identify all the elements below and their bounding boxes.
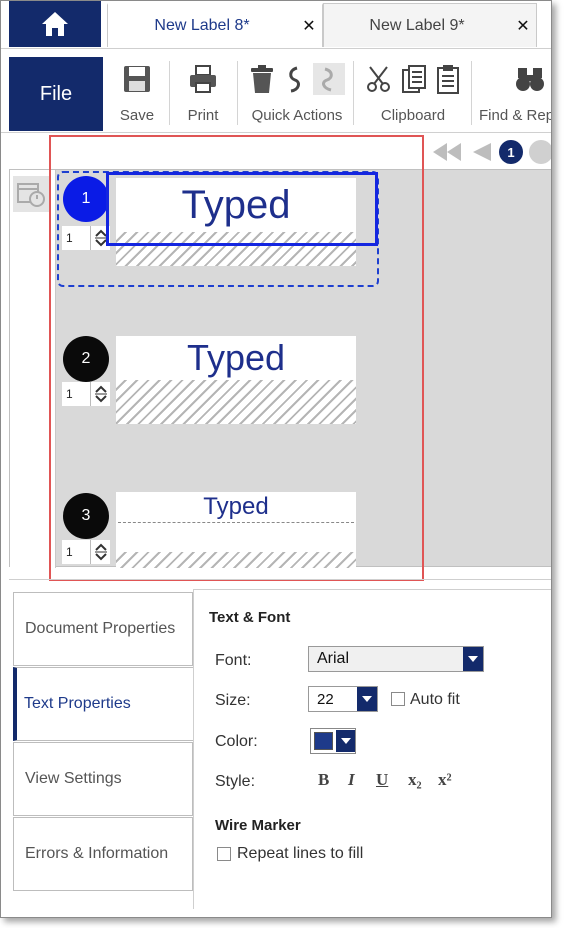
find-replace-group[interactable]: Find & Rep bbox=[479, 57, 552, 131]
label-text-area[interactable]: Typed bbox=[116, 336, 356, 380]
tab-label: View Settings bbox=[25, 770, 122, 787]
save-icon[interactable] bbox=[122, 64, 152, 94]
page-indicator-current[interactable]: 1 bbox=[499, 140, 523, 164]
color-swatch bbox=[314, 732, 334, 750]
close-icon[interactable]: ✕ bbox=[296, 16, 322, 36]
panel-divider bbox=[9, 579, 551, 580]
save-group[interactable]: Save bbox=[113, 57, 161, 131]
clipboard-group: Clipboard bbox=[361, 57, 465, 131]
tab-errors-information[interactable]: Errors & Information bbox=[13, 817, 193, 891]
font-value: Arial bbox=[317, 650, 350, 667]
label-number-marker: 2 bbox=[63, 336, 109, 382]
file-button[interactable]: File bbox=[9, 57, 103, 131]
canvas-side-strip bbox=[10, 170, 56, 568]
bold-button[interactable]: B bbox=[318, 770, 329, 790]
ribbon-divider bbox=[353, 61, 354, 125]
first-page-icon[interactable] bbox=[431, 141, 463, 163]
save-label: Save bbox=[119, 107, 155, 124]
ribbon-divider bbox=[471, 61, 472, 125]
print-label: Print bbox=[187, 107, 219, 124]
previous-page-icon[interactable] bbox=[469, 141, 493, 163]
copy-icon[interactable] bbox=[401, 64, 427, 94]
font-label: Font: bbox=[215, 652, 252, 669]
italic-button[interactable]: I bbox=[348, 770, 355, 790]
label-number-marker: 3 bbox=[63, 493, 109, 539]
size-value: 22 bbox=[317, 690, 334, 708]
redo-icon[interactable] bbox=[313, 63, 345, 95]
style-label: Style: bbox=[215, 773, 256, 790]
quantity-stepper[interactable]: 1 bbox=[62, 540, 110, 564]
spin-arrows-icon[interactable] bbox=[90, 540, 110, 564]
size-label: Size: bbox=[215, 692, 251, 709]
section-title-text-font: Text & Font bbox=[209, 609, 291, 626]
tab-view-settings[interactable]: View Settings bbox=[13, 742, 193, 816]
superscript-button[interactable]: x² bbox=[438, 770, 452, 790]
auto-fit-label: Auto fit bbox=[410, 691, 460, 708]
line-divider bbox=[118, 522, 354, 523]
label-tail-area bbox=[116, 380, 356, 424]
tab-label: New Label 8* bbox=[154, 17, 250, 34]
quantity-stepper[interactable]: 1 bbox=[62, 382, 110, 406]
ribbon-toolbar: File Save Print Quick Actions Clipboard … bbox=[1, 49, 552, 133]
section-title-wire-marker: Wire Marker bbox=[215, 817, 301, 834]
spin-arrows-icon[interactable] bbox=[90, 382, 110, 406]
trash-icon[interactable] bbox=[249, 64, 275, 94]
color-label: Color: bbox=[215, 733, 258, 750]
close-icon[interactable]: ✕ bbox=[510, 16, 536, 36]
label-canvas: 1 1 Typed 2 1 Typed 3 1 Typed bbox=[9, 169, 551, 568]
paste-icon[interactable] bbox=[435, 64, 461, 94]
color-picker[interactable] bbox=[310, 728, 356, 754]
ribbon-divider bbox=[237, 61, 238, 125]
quantity-value: 1 bbox=[66, 231, 73, 245]
repeat-lines-checkbox[interactable] bbox=[217, 847, 231, 861]
subscript-button[interactable]: x₂ bbox=[408, 770, 422, 790]
text-selection-box[interactable] bbox=[106, 172, 378, 246]
tab-document-properties[interactable]: Document Properties bbox=[13, 592, 193, 666]
underline-button[interactable]: U bbox=[376, 770, 388, 790]
quantity-stepper[interactable]: 1 bbox=[62, 226, 110, 250]
font-select[interactable]: Arial bbox=[308, 646, 484, 672]
quantity-value: 1 bbox=[66, 387, 73, 401]
find-replace-label: Find & Rep bbox=[479, 107, 552, 124]
label-tail-area bbox=[116, 552, 356, 568]
tab-label: Text Properties bbox=[24, 695, 131, 712]
calendar-clock-icon[interactable] bbox=[13, 176, 49, 212]
tab-text-properties[interactable]: Text Properties bbox=[13, 667, 193, 741]
quick-actions-group: Quick Actions bbox=[245, 57, 349, 131]
quantity-value: 1 bbox=[66, 545, 73, 559]
label-number-marker: 1 bbox=[63, 176, 109, 222]
ribbon-divider bbox=[169, 61, 170, 125]
label-pager: 1 bbox=[431, 137, 551, 167]
chevron-down-icon[interactable] bbox=[463, 647, 483, 671]
chevron-down-icon[interactable] bbox=[357, 687, 377, 711]
text-properties-panel: Text & Font Font: Arial Size: 22 Auto fi… bbox=[193, 589, 551, 909]
size-select[interactable]: 22 bbox=[308, 686, 378, 712]
chevron-down-icon[interactable] bbox=[336, 730, 355, 752]
home-icon bbox=[42, 12, 68, 36]
clipboard-label: Clipboard bbox=[380, 107, 446, 124]
auto-fit-checkbox[interactable] bbox=[391, 692, 405, 706]
app-window: New Label 8* ✕ New Label 9* ✕ File Save bbox=[0, 0, 552, 918]
tab-label: Document Properties bbox=[25, 620, 176, 637]
tab-new-label-8[interactable]: New Label 8* ✕ bbox=[107, 3, 323, 47]
print-group[interactable]: Print bbox=[177, 57, 229, 131]
repeat-lines-label: Repeat lines to fill bbox=[237, 845, 364, 862]
binoculars-icon[interactable] bbox=[515, 65, 545, 93]
tab-label: New Label 9* bbox=[369, 16, 465, 34]
label-text-area[interactable]: Typed bbox=[116, 492, 356, 522]
page-indicator-next[interactable] bbox=[529, 140, 551, 164]
printer-icon[interactable] bbox=[188, 64, 218, 94]
document-tab-bar: New Label 8* ✕ New Label 9* ✕ bbox=[1, 1, 551, 49]
undo-icon[interactable] bbox=[283, 64, 305, 94]
quick-actions-label: Quick Actions bbox=[251, 107, 343, 124]
tab-new-label-9[interactable]: New Label 9* ✕ bbox=[323, 3, 537, 47]
label-blank-line[interactable] bbox=[116, 522, 356, 552]
home-button[interactable] bbox=[9, 1, 101, 47]
tab-label: Errors & Information bbox=[25, 845, 169, 862]
scissors-icon[interactable] bbox=[365, 64, 393, 94]
